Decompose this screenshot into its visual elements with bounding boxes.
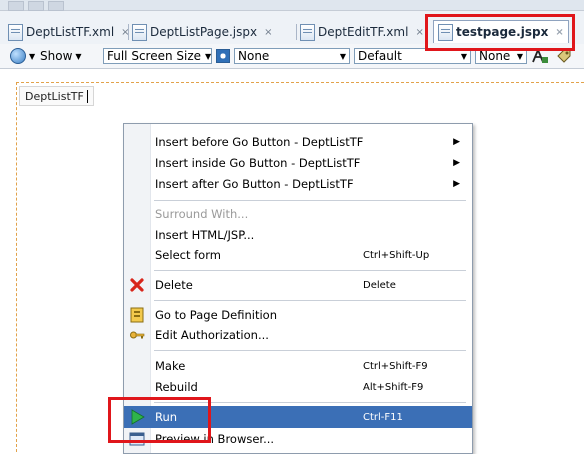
editor-tab-bar: DeptListTF.xml × DeptListPage.jspx × Dep… [0, 11, 584, 45]
window-top-strip [0, 0, 584, 11]
form-boundary [16, 82, 584, 83]
delete-x-icon [129, 277, 145, 293]
menu-separator [154, 270, 466, 271]
menu-item-rebuild[interactable]: Rebuild Alt+Shift-F9 [124, 376, 472, 398]
top-strip-stub [28, 1, 44, 11]
menu-item-surround-with: Surround With... [124, 203, 472, 225]
menu-item-insert-after[interactable]: Insert after Go Button - DeptListTF ▶ [124, 173, 472, 195]
skin-value: None [238, 49, 270, 63]
menu-item-go-to-page-definition[interactable]: Go to Page Definition [124, 304, 472, 326]
preview-mode-icon[interactable] [216, 47, 230, 65]
page-definition-icon [129, 307, 145, 323]
screen-size-value: Full Screen Size [107, 49, 202, 63]
menu-item-shortcut: Alt+Shift-F9 [363, 381, 424, 393]
tab-label: DeptEditTF.xml [318, 25, 409, 39]
menu-item-delete[interactable]: Delete Delete [124, 274, 472, 296]
menu-item-insert-html[interactable]: Insert HTML/JSP... [124, 224, 472, 246]
close-icon[interactable]: × [555, 27, 563, 38]
tab-divider [296, 24, 297, 40]
deptlisttf-component[interactable]: DeptListTF [19, 86, 94, 106]
menu-item-label: Make [155, 359, 186, 373]
screen-size-select[interactable]: Full Screen Size ▼ [103, 48, 212, 64]
tab-label: DeptListTF.xml [26, 25, 115, 39]
top-strip-stub [48, 1, 64, 11]
submenu-arrow-icon: ▶ [453, 158, 460, 168]
menu-item-edit-authorization[interactable]: Edit Authorization... [124, 324, 472, 346]
chevron-down-icon: ▼ [339, 51, 346, 61]
menu-item-insert-before[interactable]: Insert before Go Button - DeptListTF ▶ [124, 131, 472, 153]
close-icon[interactable]: × [415, 27, 423, 38]
browser-icon [129, 431, 145, 447]
chevron-down-icon: ▼ [75, 51, 82, 61]
top-strip-stub [8, 1, 24, 11]
menu-separator [154, 402, 466, 403]
tab-label: DeptListPage.jspx [150, 25, 258, 39]
file-icon [438, 23, 453, 41]
menu-item-shortcut: Delete [363, 279, 396, 291]
menu-item-preview-in-browser[interactable]: Preview in Browser... [124, 428, 472, 450]
tab-testpage-jspx[interactable]: testpage.jspx × [433, 20, 569, 43]
menu-item-label: Surround With... [155, 207, 249, 221]
menu-item-label: Insert HTML/JSP... [155, 228, 255, 242]
menu-item-label: Select form [155, 248, 221, 262]
menu-item-label: Rebuild [155, 380, 198, 394]
menu-separator [154, 300, 466, 301]
menu-item-label: Insert inside Go Button - DeptListTF [155, 156, 361, 170]
menu-item-select-form[interactable]: Select form Ctrl+Shift-Up [124, 244, 472, 266]
menu-separator [154, 350, 466, 351]
submenu-arrow-icon: ▶ [453, 179, 460, 189]
tag-icon[interactable] [556, 47, 572, 65]
skin-select[interactable]: None ▼ [234, 48, 350, 64]
tab-depteditf-xml[interactable]: DeptEditTF.xml × [300, 22, 424, 42]
menu-item-shortcut: Ctrl+Shift-Up [363, 249, 430, 261]
component-label: DeptListTF [25, 89, 84, 103]
menu-item-run[interactable]: Run Ctrl-F11 [124, 406, 472, 428]
chevron-down-icon: ▼ [516, 51, 523, 61]
text-caret [86, 89, 88, 103]
tab-deptlisttf-xml[interactable]: DeptListTF.xml × [8, 22, 130, 42]
menu-item-label: Delete [155, 278, 193, 292]
file-icon [300, 23, 315, 41]
accessibility-value: None [479, 49, 511, 63]
menu-item-label: Edit Authorization... [155, 328, 269, 342]
menu-item-make[interactable]: Make Ctrl+Shift-F9 [124, 355, 472, 377]
file-icon [8, 23, 23, 41]
menu-item-label: Run [155, 410, 178, 424]
show-label: Show [40, 49, 73, 63]
tab-deptlistpage-jspx[interactable]: DeptListPage.jspx × [132, 22, 272, 42]
menu-item-insert-inside[interactable]: Insert inside Go Button - DeptListTF ▶ [124, 152, 472, 174]
menu-item-label: Go to Page Definition [155, 308, 277, 322]
menu-item-label: Insert after Go Button - DeptListTF [155, 177, 354, 191]
chevron-down-icon: ▼ [460, 51, 467, 61]
accessibility-select[interactable]: None ▼ [475, 48, 527, 64]
menu-item-shortcut: Ctrl-F11 [363, 411, 403, 423]
menu-item-label: Preview in Browser... [155, 432, 275, 446]
chevron-down-icon: ▼ [205, 51, 212, 61]
tab-divider [128, 24, 129, 40]
form-boundary [16, 82, 17, 452]
key-icon [129, 327, 145, 343]
tab-label: testpage.jspx [456, 25, 549, 39]
show-menu-button[interactable]: Show ▼ [40, 47, 82, 65]
design-toolbar: ▼ Show ▼ Full Screen Size ▼ None ▼ Defau… [0, 44, 584, 69]
menu-item-label: Insert before Go Button - DeptListTF [155, 135, 364, 149]
submenu-arrow-icon: ▶ [453, 137, 460, 147]
font-style-icon[interactable] [531, 47, 549, 65]
menu-separator [154, 200, 466, 201]
style-select[interactable]: Default ▼ [354, 48, 471, 64]
context-menu: Insert before Go Button - DeptListTF ▶ I… [123, 123, 473, 454]
run-play-icon [129, 409, 145, 425]
style-value: Default [358, 49, 402, 63]
close-icon[interactable]: × [264, 27, 272, 38]
menu-item-shortcut: Ctrl+Shift-F9 [363, 360, 428, 372]
globe-dropdown-arrow[interactable]: ▼ [29, 47, 35, 65]
file-icon [132, 23, 147, 41]
globe-icon[interactable] [10, 47, 26, 65]
